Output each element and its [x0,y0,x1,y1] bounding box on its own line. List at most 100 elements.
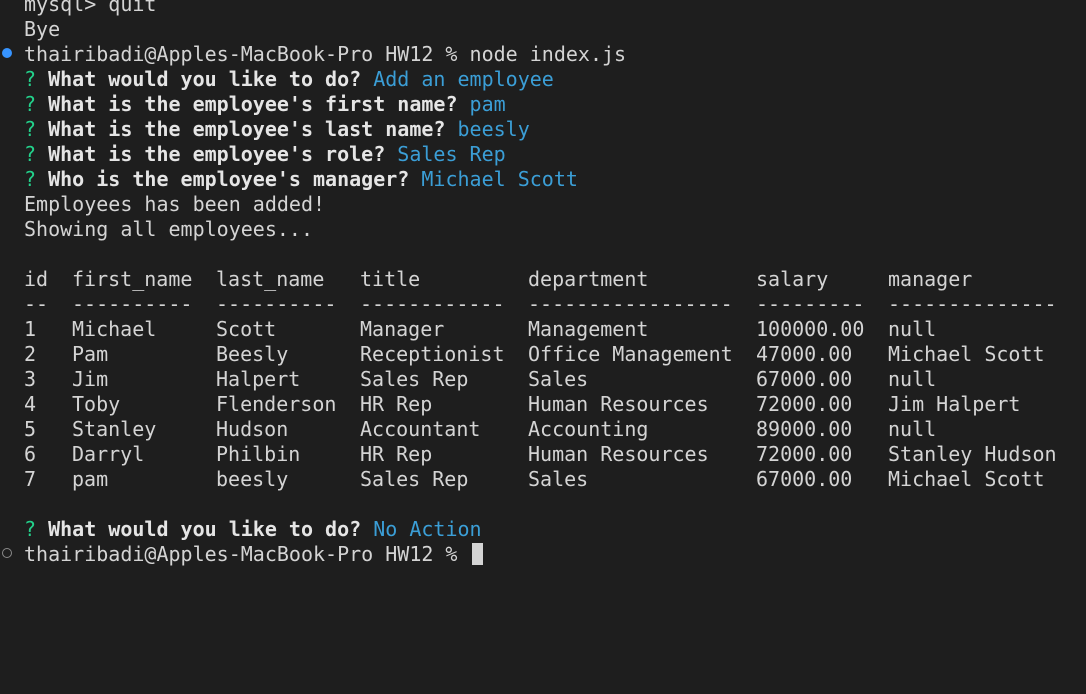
separator: ----------------- [528,292,733,316]
question-marker-icon: ? [24,92,37,116]
shell-prompt: thairibadi@Apples-MacBook-Pro HW12 % [24,542,470,566]
question-label: What is the employee's last name? [48,117,446,141]
terminal-line-prev-command: mysql> quit [24,0,157,16]
question-line: ? What is the employee's first name? pam [24,92,506,117]
cell-last-name: Beesly [216,342,289,366]
question-answer: Michael Scott [421,167,578,191]
question-marker-icon: ? [24,167,37,191]
question-marker-icon: ? [24,67,37,91]
cell-department: Sales [528,367,589,391]
cell-salary: 67000.00 [756,467,853,491]
cell-manager: Stanley Hudson [888,442,1057,466]
question-marker-icon: ? [24,142,37,166]
question-label: What would you like to do? [48,67,362,91]
separator: ---------- [216,292,337,316]
cell-department: Office Management [528,342,733,366]
cell-department: Sales [528,467,589,491]
header-id: id [24,267,49,291]
separator: ---------- [72,292,193,316]
terminal-line-bye: Bye [24,17,61,41]
cell-first-name: pam [72,467,109,491]
showing-message: Showing all employees... [24,217,313,241]
question-label: What is the employee's role? [48,142,386,166]
cell-first-name: Stanley [72,417,157,441]
cell-salary: 72000.00 [756,442,853,466]
cell-id: 4 [24,392,37,416]
cell-salary: 100000.00 [756,317,865,341]
question-answer: Add an employee [373,67,554,91]
separator: -- [24,292,49,316]
question-answer: No Action [373,517,482,541]
separator: ------------ [360,292,505,316]
cell-id: 2 [24,342,37,366]
shell-prompt: thairibadi@Apples-MacBook-Pro HW12 % [24,42,470,66]
cell-id: 5 [24,417,37,441]
cell-manager: null [888,417,937,441]
cell-last-name: Flenderson [216,392,337,416]
question-answer: beesly [457,117,530,141]
added-message: Employees has been added! [24,192,326,216]
question-line: ? What is the employee's last name? bees… [24,117,530,142]
terminal-line-command: thairibadi@Apples-MacBook-Pro HW12 % nod… [24,42,626,67]
cell-id: 1 [24,317,37,341]
cell-salary: 47000.00 [756,342,853,366]
cell-first-name: Pam [72,342,109,366]
question-label: Who is the employee's manager? [48,167,410,191]
header-last-name: last_name [216,267,325,291]
cell-department: Human Resources [528,392,709,416]
terminal-panel[interactable]: mysql> quit Bye thairibadi@Apples-MacBoo… [0,0,1086,694]
cell-title: Sales Rep [360,367,469,391]
cell-id: 7 [24,467,37,491]
cell-manager: Michael Scott [888,342,1045,366]
cell-manager: Jim Halpert [888,392,1021,416]
cell-department: Accounting [528,417,649,441]
question-label: What is the employee's first name? [48,92,458,116]
cell-department: Management [528,317,649,341]
cell-title: Manager [360,317,445,341]
question-line: ? Who is the employee's manager? Michael… [24,167,578,192]
cell-title: Sales Rep [360,467,469,491]
cell-manager: Michael Scott [888,467,1045,491]
text-cursor-icon [471,543,483,565]
cell-salary: 72000.00 [756,392,853,416]
header-manager: manager [888,267,973,291]
question-line: ? What is the employee's role? Sales Rep [24,142,506,167]
separator: --------- [756,292,865,316]
cell-title: HR Rep [360,442,433,466]
cell-title: Receptionist [360,342,505,366]
cell-department: Human Resources [528,442,709,466]
cell-salary: 67000.00 [756,367,853,391]
command-text: node index.js [469,42,627,66]
question-answer: pam [469,92,506,116]
question-line: ? What would you like to do? Add an empl… [24,67,554,92]
command-status-dot-icon[interactable] [2,48,12,58]
cell-first-name: Jim [72,367,109,391]
cell-manager: null [888,317,937,341]
separator: -------------- [888,292,1057,316]
header-department: department [528,267,649,291]
header-salary: salary [756,267,829,291]
cell-first-name: Toby [72,392,121,416]
cell-first-name: Michael [72,317,157,341]
cell-first-name: Darryl [72,442,145,466]
header-first-name: first_name [72,267,193,291]
cell-id: 3 [24,367,37,391]
cell-title: HR Rep [360,392,433,416]
cell-title: Accountant [360,417,481,441]
question-line-final: ? What would you like to do? No Action [24,517,482,542]
header-title: title [360,267,421,291]
cell-last-name: beesly [216,467,289,491]
cell-last-name: Halpert [216,367,301,391]
question-marker-icon: ? [24,517,37,541]
cell-last-name: Scott [216,317,277,341]
question-marker-icon: ? [24,117,37,141]
cell-last-name: Philbin [216,442,301,466]
command-status-dot-icon[interactable] [2,548,12,558]
question-label: What would you like to do? [48,517,362,541]
terminal-input-line[interactable]: thairibadi@Apples-MacBook-Pro HW12 % [24,542,483,567]
cell-salary: 89000.00 [756,417,853,441]
cell-id: 6 [24,442,37,466]
question-answer: Sales Rep [397,142,506,166]
cell-last-name: Hudson [216,417,289,441]
cell-manager: null [888,367,937,391]
